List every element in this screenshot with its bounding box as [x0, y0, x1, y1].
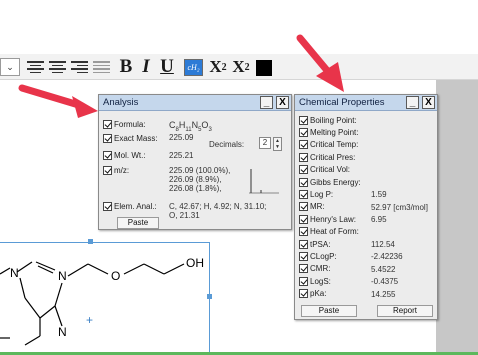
chem-property-checkbox[interactable]	[299, 264, 308, 274]
chem-property-checkbox[interactable]	[299, 152, 308, 162]
chem-property-checkbox[interactable]	[299, 227, 308, 237]
chem-property-row[interactable]: Critical Pres:	[299, 152, 355, 162]
chem-property-row[interactable]: Henry's Law:	[299, 214, 356, 224]
chem-property-row[interactable]: Critical Vol:	[299, 165, 350, 175]
chem-property-row[interactable]: Critical Temp:	[299, 140, 358, 150]
chem-property-checkbox[interactable]	[299, 214, 308, 224]
chem-property-label: Critical Temp:	[310, 140, 359, 150]
chem-property-value: -2.42236	[371, 252, 403, 262]
chemdraw-window: ⌄ B I U cH₂ X2 X2 N N O OH N + Analysis …	[0, 0, 478, 355]
mz-checkbox[interactable]	[103, 165, 112, 175]
chem-property-checkbox[interactable]	[299, 140, 308, 150]
chem-property-value: 14.255	[371, 289, 396, 299]
mol-wt-checkbox[interactable]	[103, 150, 112, 160]
elem-anal-line-2: O, 21.31	[169, 211, 200, 220]
chem-property-checkbox[interactable]	[299, 202, 308, 212]
mz-value-1: 225.09 (100.0%),	[169, 166, 231, 175]
chem-property-row[interactable]: MR:	[299, 202, 325, 212]
chem-property-checkbox[interactable]	[299, 239, 308, 249]
chem-property-value: 52.97 [cm3/mol]	[371, 202, 428, 212]
arrow-to-chemical-properties-icon	[296, 34, 344, 92]
chem-property-row[interactable]: pKa:	[299, 289, 326, 299]
chem-property-checkbox[interactable]	[299, 276, 308, 286]
chem-property-checkbox[interactable]	[299, 177, 308, 187]
chem-property-label: CLogP:	[310, 251, 337, 261]
selection-handle-right[interactable]	[207, 294, 212, 299]
mz-values: 225.09 (100.0%), 226.09 (8.9%), 226.08 (…	[169, 166, 230, 193]
chem-property-label: MR:	[310, 202, 325, 212]
chem-property-label: pKa:	[310, 289, 327, 299]
chem-property-label: tPSA:	[310, 239, 331, 249]
chem-property-row[interactable]: tPSA:	[299, 239, 330, 249]
chem-property-label: Critical Vol:	[310, 165, 351, 175]
mz-row[interactable]: m/z:	[103, 165, 129, 175]
mz-spectrum-plot	[249, 169, 279, 194]
mol-wt-label: Mol. Wt.:	[114, 150, 146, 160]
chem-property-checkbox[interactable]	[299, 165, 308, 175]
annotation-arrows	[18, 34, 344, 118]
chem-property-label: Log P:	[310, 189, 334, 199]
chem-property-row[interactable]: Log P:	[299, 189, 333, 199]
elem-anal-line-1: C, 42.67; H, 4.92; N, 31.10;	[169, 202, 267, 211]
chem-property-label: Henry's Law:	[310, 214, 356, 224]
decimals-label: Decimals:	[209, 140, 245, 149]
selection-handle-top[interactable]	[88, 239, 93, 244]
chem-property-row[interactable]: LogS:	[299, 276, 331, 286]
analysis-paste-button[interactable]: Paste	[117, 217, 159, 229]
chem-property-value: 1.59	[371, 190, 387, 200]
chem-property-checkbox[interactable]	[299, 251, 308, 261]
chem-property-value: -0.4375	[371, 277, 399, 287]
chem-property-label: Critical Pres:	[310, 152, 356, 162]
elem-anal-checkbox[interactable]	[103, 201, 112, 211]
chem-property-label: Heat of Form:	[310, 227, 359, 237]
chem-property-value: 6.95	[371, 215, 387, 225]
chem-property-checkbox[interactable]	[299, 189, 308, 199]
chem-property-row[interactable]: Heat of Form:	[299, 227, 359, 237]
chem-property-checkbox[interactable]	[299, 289, 308, 299]
selection-center-icon: +	[86, 313, 94, 327]
chem-property-value: 112.54	[371, 240, 395, 249]
arrow-to-analysis-icon	[18, 84, 98, 118]
chem-property-label: CMR:	[310, 264, 331, 274]
chem-property-row[interactable]: Gibbs Energy:	[299, 177, 361, 187]
mol-wt-value: 225.21	[169, 151, 194, 160]
chem-property-row[interactable]: CMR:	[299, 264, 330, 274]
chem-paste-button[interactable]: Paste	[301, 305, 357, 317]
chem-report-button[interactable]: Report	[377, 305, 433, 317]
chem-property-value: 5.4522	[371, 264, 396, 274]
mz-label: m/z:	[114, 165, 130, 175]
chem-property-label: LogS:	[310, 276, 331, 286]
mz-value-2: 226.09 (8.9%),	[169, 175, 222, 184]
mz-value-3: 226.08 (1.8%),	[169, 184, 222, 193]
elem-anal-values: C, 42.67; H, 4.92; N, 31.10; O, 21.31	[169, 202, 266, 220]
elem-anal-row[interactable]: Elem. Anal.:	[103, 201, 157, 211]
elem-anal-label: Elem. Anal.:	[114, 201, 157, 211]
selection-box[interactable]	[0, 242, 210, 355]
chem-property-label: Gibbs Energy:	[310, 177, 361, 187]
mol-wt-row[interactable]: Mol. Wt.:	[103, 150, 146, 160]
chem-property-row[interactable]: CLogP:	[299, 251, 337, 261]
